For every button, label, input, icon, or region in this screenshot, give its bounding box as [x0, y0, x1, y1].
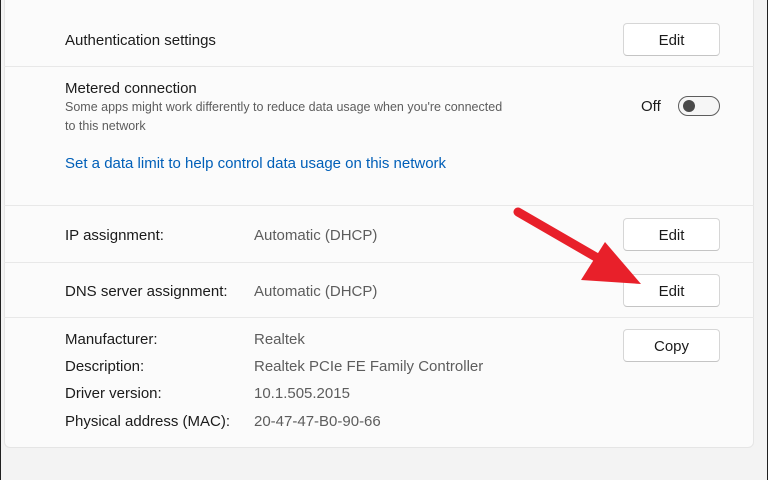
- metered-toggle-state-label: Off: [641, 98, 661, 115]
- divider: [4, 262, 754, 263]
- driver-version-value: 10.1.505.2015: [254, 385, 350, 402]
- metered-connection-title: Metered connection: [65, 80, 197, 97]
- toggle-knob: [683, 100, 695, 112]
- ip-assignment-edit-button[interactable]: Edit: [623, 218, 720, 251]
- dns-server-assignment-label: DNS server assignment:: [65, 283, 228, 300]
- ip-assignment-value: Automatic (DHCP): [254, 227, 378, 244]
- manufacturer-label: Manufacturer:: [65, 331, 158, 348]
- dns-server-assignment-value: Automatic (DHCP): [254, 283, 378, 300]
- ip-assignment-label: IP assignment:: [65, 227, 164, 244]
- data-limit-link[interactable]: Set a data limit to help control data us…: [65, 155, 446, 172]
- dns-server-edit-button[interactable]: Edit: [623, 274, 720, 307]
- authentication-settings-label: Authentication settings: [65, 32, 216, 49]
- driver-version-label: Driver version:: [65, 385, 162, 402]
- physical-address-label: Physical address (MAC):: [65, 413, 231, 430]
- metered-connection-toggle[interactable]: [678, 96, 720, 116]
- divider: [4, 317, 754, 318]
- description-label: Description:: [65, 358, 145, 375]
- settings-window: Authentication settings Edit Metered con…: [0, 0, 768, 480]
- manufacturer-value: Realtek: [254, 331, 305, 348]
- copy-properties-button[interactable]: Copy: [623, 329, 720, 362]
- divider: [4, 66, 754, 67]
- description-value: Realtek PCIe FE Family Controller: [254, 358, 484, 375]
- authentication-edit-button[interactable]: Edit: [623, 23, 720, 56]
- physical-address-value: 20-47-47-B0-90-66: [254, 413, 381, 430]
- divider: [4, 205, 754, 206]
- metered-connection-description: Some apps might work differently to redu…: [65, 100, 503, 133]
